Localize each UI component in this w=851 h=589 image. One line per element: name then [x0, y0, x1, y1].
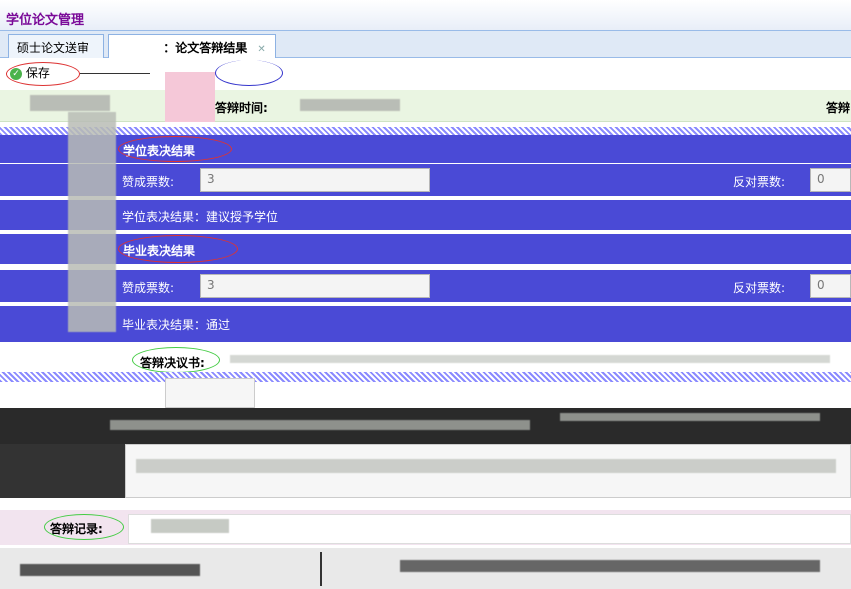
- tab-label: ：论文答辩结果: [163, 41, 248, 55]
- section-header-degree: 学位表决结果: [0, 135, 851, 163]
- approve-label: 赞成票数:: [122, 175, 175, 189]
- close-icon[interactable]: ✕: [257, 44, 265, 55]
- annotation-oval: [44, 514, 124, 540]
- record-input[interactable]: [128, 514, 851, 544]
- approve-label: 赞成票数:: [122, 281, 175, 295]
- degree-result-text: 学位表决结果：建议授予学位: [122, 210, 279, 224]
- defense-time-label: 答辩时间:: [215, 101, 268, 115]
- info-row: 答辩时间: 答辩: [0, 90, 851, 122]
- annotation-oval: [215, 60, 283, 86]
- redacted-text: [20, 564, 200, 576]
- redacted-text: [110, 420, 530, 430]
- redacted-block: [165, 378, 255, 408]
- redacted-text: [117, 40, 159, 52]
- annotation-oval: [6, 62, 80, 86]
- graduation-vote-row: 赞成票数: 3 反对票数: 0: [0, 270, 851, 302]
- graduation-result-text: 毕业表决结果：通过: [122, 318, 231, 332]
- redacted-text: [400, 560, 820, 572]
- redacted-block: [0, 444, 125, 498]
- tab-thesis-review[interactable]: 硕士论文送审: [8, 34, 104, 58]
- redacted-text: [151, 519, 229, 533]
- toolbar: ✓ 保存: [0, 58, 851, 90]
- separator: [0, 127, 851, 135]
- divider: [320, 552, 322, 586]
- divider: [80, 73, 150, 74]
- against-count-input[interactable]: 0: [810, 168, 851, 192]
- redacted-value: [300, 99, 400, 111]
- approve-count-input[interactable]: 3: [200, 168, 430, 192]
- against-count-input[interactable]: 0: [810, 274, 851, 298]
- resolution-row: 答辩决议书:: [0, 345, 851, 375]
- resolution-textarea[interactable]: [125, 444, 851, 498]
- against-label: 反对票数:: [733, 281, 786, 295]
- annotation-oval: [132, 347, 220, 373]
- approve-count-input[interactable]: 3: [200, 274, 430, 298]
- right-label: 答辩: [826, 101, 851, 115]
- degree-result-row: 学位表决结果：建议授予学位: [0, 200, 851, 230]
- redacted-text: [560, 413, 820, 421]
- record-row: 答辩记录:: [0, 510, 851, 545]
- decoration: [165, 72, 215, 122]
- separator: [0, 372, 851, 382]
- tab-bar: 硕士论文送审 ：论文答辩结果 ✕: [0, 30, 851, 58]
- redacted-text: [136, 459, 836, 473]
- against-label: 反对票数:: [733, 175, 786, 189]
- app-title: 学位论文管理: [6, 13, 85, 28]
- graduation-result-row: 毕业表决结果：通过: [0, 306, 851, 342]
- section-header-graduation: 毕业表决结果: [0, 234, 851, 264]
- redacted-block: [30, 95, 110, 111]
- resolution-content: [0, 408, 851, 444]
- annotation-oval: [118, 235, 238, 263]
- tab-defense-result[interactable]: ：论文答辩结果 ✕: [108, 34, 276, 58]
- window-title-bar: 学位论文管理: [0, 0, 851, 30]
- redacted-column: [68, 112, 116, 332]
- redacted-text: [230, 355, 830, 363]
- tab-label: 硕士论文送审: [17, 41, 90, 55]
- annotation-oval: [118, 136, 232, 162]
- degree-vote-row: 赞成票数: 3 反对票数: 0: [0, 164, 851, 196]
- bottom-strip: [0, 548, 851, 589]
